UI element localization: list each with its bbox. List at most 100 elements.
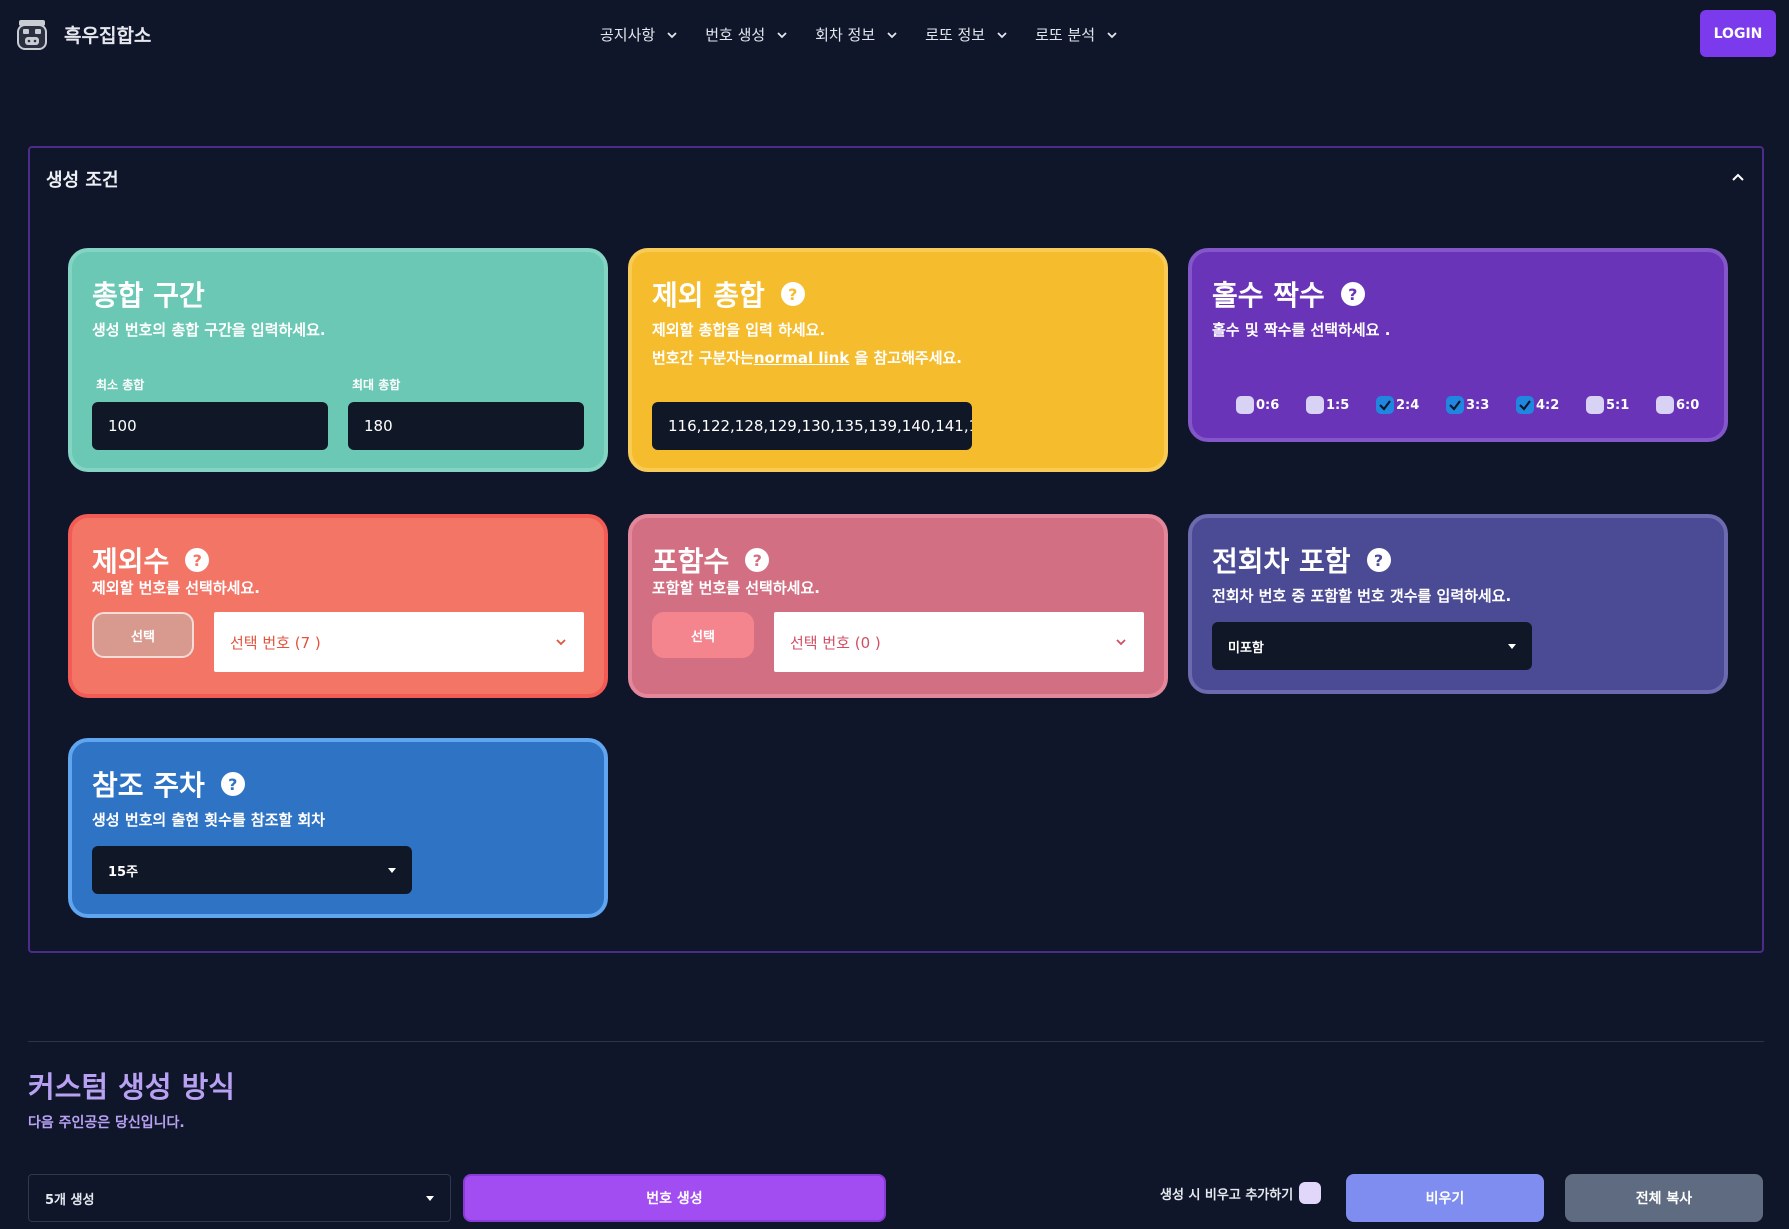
chevron-up-icon[interactable]	[1730, 170, 1746, 186]
ratio-option-2-4[interactable]: 2:4	[1376, 396, 1446, 414]
menu-item-notice[interactable]: 공지사항	[600, 20, 679, 49]
menu-label: 회차 정보	[815, 26, 876, 44]
panel-title: 생성 조건	[46, 170, 119, 191]
card-title: 제외 총합 ?	[652, 274, 805, 314]
ratio-option-5-1[interactable]: 5:1	[1586, 396, 1656, 414]
check-icon	[1449, 400, 1461, 411]
help-icon[interactable]: ?	[780, 282, 805, 306]
ratio-option-3-3[interactable]: 3:3	[1446, 396, 1516, 414]
check-icon	[1519, 400, 1531, 411]
chevron-down-icon	[777, 31, 787, 38]
ratio-label: 3:3	[1466, 397, 1490, 413]
help-icon[interactable]: ?	[745, 548, 770, 572]
odd-even-card: 홀수 짝수 ? 홀수 및 짝수를 선택하세요 . 0:6 1:5 2:4 3:3…	[1188, 248, 1728, 442]
card-desc: 제외할 번호를 선택하세요.	[92, 579, 260, 597]
card-title: 전회차 포함 ?	[1212, 540, 1391, 580]
main-menu: 공지사항 번호 생성 회차 정보 로또 정보 로또 분석	[600, 20, 1119, 49]
select-value: 미포함	[1228, 640, 1264, 656]
ratio-label: 2:4	[1396, 397, 1420, 413]
menu-item-lotto-analysis[interactable]: 로또 분석	[1035, 20, 1119, 49]
chevron-down-icon	[997, 31, 1007, 38]
brand[interactable]: 흑우집합소	[14, 16, 151, 52]
help-icon[interactable]: ?	[1340, 282, 1365, 306]
menu-item-generate[interactable]: 번호 생성	[705, 20, 789, 49]
menu-item-lotto-info[interactable]: 로또 정보	[925, 20, 1009, 49]
card-desc: 홀수 및 짝수를 선택하세요 .	[1212, 321, 1391, 339]
ratio-option-4-2[interactable]: 4:2	[1516, 396, 1586, 414]
pick-exclude-button[interactable]: 선택	[92, 612, 194, 658]
menu-label: 공지사항	[600, 26, 656, 44]
ratio-option-1-5[interactable]: 1:5	[1306, 396, 1376, 414]
sum-range-card: 총합 구간 생성 번호의 총합 구간을 입력하세요. 최소 총합 100 최대 …	[68, 248, 608, 472]
desc-line: 번호간 구분자는normal link 을 참고해주세요.	[652, 344, 962, 372]
select-value: 선택 번호 (0 )	[790, 633, 881, 652]
include-numbers-card: 포함수 ? 포함할 번호를 선택하세요. 선택 선택 번호 (0 )	[628, 514, 1168, 698]
empty-button[interactable]: 비우기	[1346, 1174, 1544, 1222]
ratio-option-6-0[interactable]: 6:0	[1656, 396, 1726, 414]
login-button[interactable]: LOGIN	[1700, 10, 1776, 57]
exclude-numbers-card: 제외수 ? 제외할 번호를 선택하세요. 선택 선택 번호 (7 )	[68, 514, 608, 698]
card-desc: 생성 번호의 총합 구간을 입력하세요.	[92, 321, 326, 339]
caret-down-icon	[1508, 643, 1516, 649]
ratio-label: 0:6	[1256, 397, 1280, 413]
menu-label: 로또 정보	[925, 26, 986, 44]
select-value: 15주	[108, 864, 139, 880]
conditions-panel: 생성 조건 총합 구간 생성 번호의 총합 구간을 입력하세요. 최소 총합 1…	[28, 146, 1764, 953]
section-divider	[28, 1041, 1764, 1042]
top-nav: 흑우집합소 공지사항 번호 생성 회차 정보 로또 정보 로또 분석 LOGIN	[0, 0, 1789, 68]
ratio-label: 1:5	[1326, 397, 1350, 413]
include-numbers-select[interactable]: 선택 번호 (0 )	[774, 612, 1144, 672]
custom-subtitle: 다음 주인공은 당신입니다.	[28, 1115, 185, 1131]
exclude-sum-input[interactable]: 116,122,128,129,130,135,139,140,141,142	[652, 402, 972, 450]
checkbox[interactable]	[1586, 396, 1604, 414]
checkbox[interactable]	[1236, 396, 1254, 414]
ratio-label: 5:1	[1606, 397, 1630, 413]
checkbox[interactable]	[1656, 396, 1674, 414]
generate-button[interactable]: 번호 생성	[463, 1174, 886, 1222]
ratio-option-0-6[interactable]: 0:6	[1236, 396, 1306, 414]
help-icon[interactable]: ?	[1366, 548, 1391, 572]
checkbox[interactable]	[1516, 396, 1534, 414]
checkbox[interactable]	[1376, 396, 1394, 414]
chevron-down-icon	[556, 639, 566, 646]
checkbox[interactable]	[1446, 396, 1464, 414]
desc-text: 을 참고해주세요.	[849, 349, 963, 367]
exclude-sum-card: 제외 총합 ? 제외할 총합을 입력 하세요. 번호간 구분자는normal l…	[628, 248, 1168, 472]
checkbox[interactable]	[1299, 1182, 1322, 1204]
desc-text: 번호간 구분자는	[652, 349, 754, 367]
card-title-text: 홀수 짝수	[1212, 279, 1325, 312]
max-sum-label: 최대 총합	[352, 378, 401, 392]
chevron-down-icon	[1107, 31, 1117, 38]
copy-all-button[interactable]: 전체 복사	[1565, 1174, 1763, 1222]
ref-weeks-card: 참조 주차 ? 생성 번호의 출현 횟수를 참조할 회차 15주	[68, 738, 608, 918]
card-title-text: 참조 주차	[92, 769, 205, 802]
card-desc: 포함할 번호를 선택하세요.	[652, 579, 820, 597]
card-desc: 제외할 총합을 입력 하세요. 번호간 구분자는normal link 을 참고…	[652, 316, 962, 372]
card-title-text: 총합 구간	[92, 279, 205, 312]
pick-include-button[interactable]: 선택	[652, 612, 754, 658]
ref-weeks-select[interactable]: 15주	[92, 846, 412, 894]
chevron-down-icon	[667, 31, 677, 38]
card-desc: 전회차 번호 중 포함할 번호 갯수를 입력하세요.	[1212, 587, 1512, 605]
min-sum-input[interactable]: 100	[92, 402, 328, 450]
menu-item-round-info[interactable]: 회차 정보	[815, 20, 899, 49]
generate-count-select[interactable]: 5개 생성	[28, 1174, 451, 1222]
prev-round-select[interactable]: 미포함	[1212, 622, 1532, 670]
max-sum-input[interactable]: 180	[348, 402, 584, 450]
card-desc: 생성 번호의 출현 횟수를 참조할 회차	[92, 811, 326, 829]
caret-down-icon	[426, 1195, 434, 1201]
exclude-numbers-select[interactable]: 선택 번호 (7 )	[214, 612, 584, 672]
select-value: 5개 생성	[45, 1192, 95, 1208]
menu-label: 번호 생성	[705, 26, 766, 44]
help-icon[interactable]: ?	[220, 772, 245, 796]
card-title-text: 제외 총합	[652, 279, 765, 312]
help-icon[interactable]: ?	[185, 548, 210, 572]
caret-down-icon	[388, 867, 396, 873]
checkbox[interactable]	[1306, 396, 1324, 414]
clear-on-generate-toggle[interactable]: 생성 시 비우고 추가하기	[1160, 1182, 1323, 1204]
cow-logo-icon	[17, 20, 47, 50]
toggle-label: 생성 시 비우고 추가하기	[1160, 1187, 1294, 1203]
card-title: 총합 구간	[92, 274, 205, 314]
brand-name: 흑우집합소	[64, 24, 152, 47]
normal-link[interactable]: normal link	[754, 349, 849, 367]
